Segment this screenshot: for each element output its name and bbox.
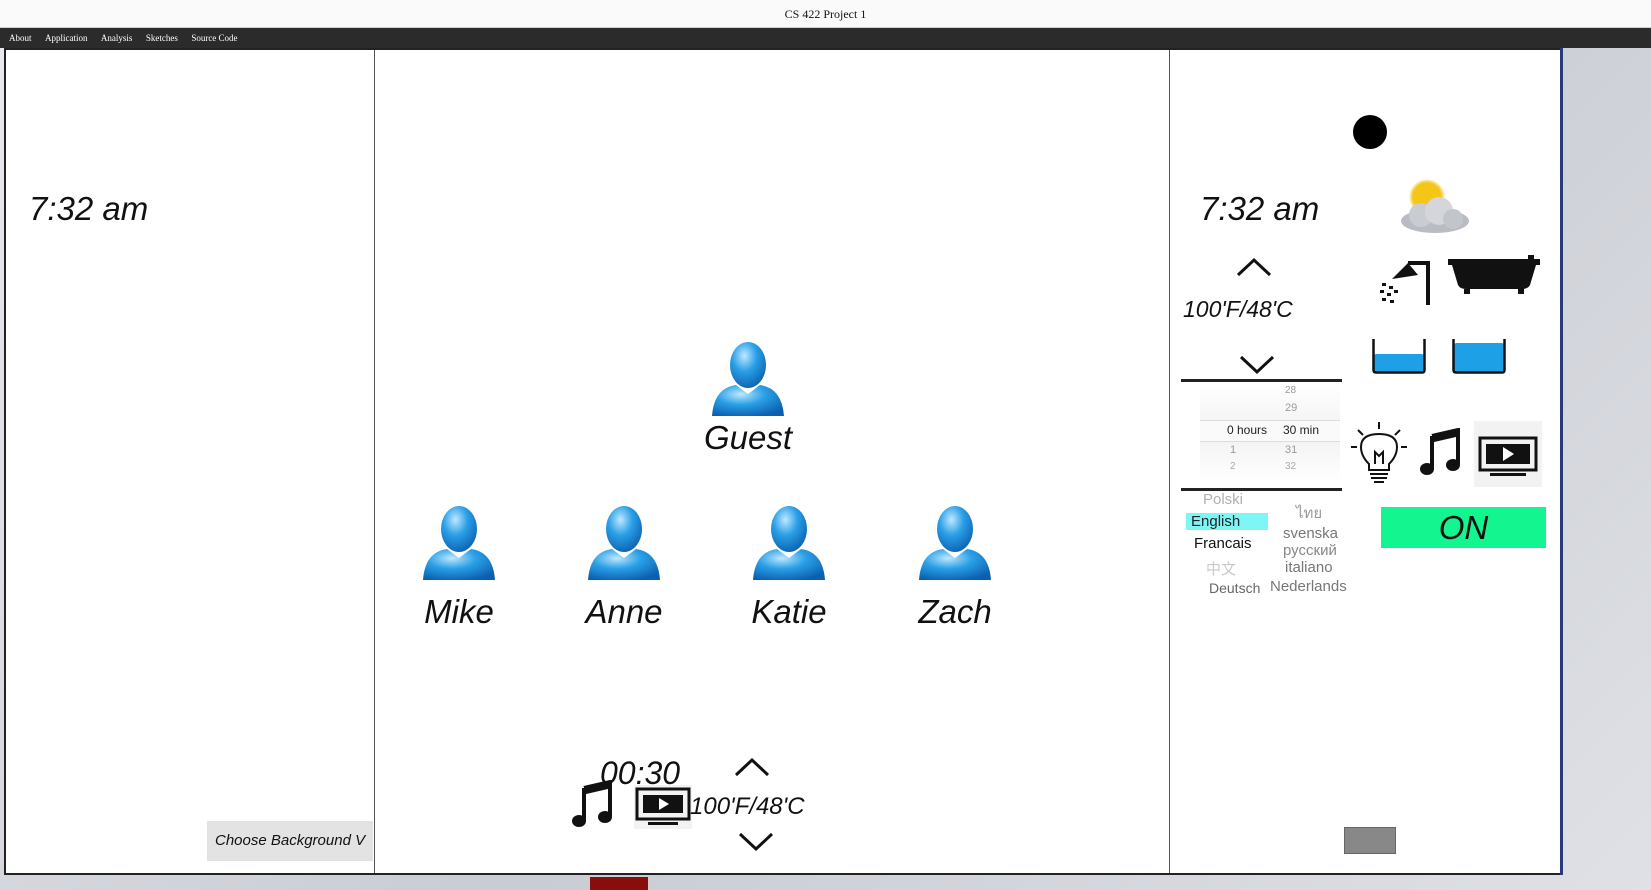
lang-nederlands[interactable]: Nederlands xyxy=(1270,578,1347,595)
music-note-icon[interactable] xyxy=(572,780,616,828)
picker-min-29: 29 xyxy=(1285,402,1298,414)
lang-chinese[interactable]: 中文 xyxy=(1206,558,1236,579)
lang-polski[interactable]: Polski xyxy=(1203,491,1243,508)
left-divider xyxy=(374,50,375,873)
picker-top-rule xyxy=(1181,379,1342,382)
right-music-note-icon[interactable] xyxy=(1420,428,1464,476)
bathtub-icon[interactable] xyxy=(1448,255,1540,295)
right-temp-up-chevron-icon[interactable] xyxy=(1236,257,1272,277)
gray-toggle-button[interactable] xyxy=(1344,827,1396,854)
light-bulb-icon[interactable] xyxy=(1350,420,1408,486)
user-icon xyxy=(749,502,829,582)
user-guest[interactable]: Guest xyxy=(673,338,823,457)
weather-icon xyxy=(1401,179,1469,233)
lang-italiano[interactable]: italiano xyxy=(1285,559,1333,576)
picker-min-31: 31 xyxy=(1285,444,1298,456)
menu-analysis[interactable]: Analysis xyxy=(101,28,133,48)
user-katie[interactable]: Katie xyxy=(714,502,864,631)
user-mike[interactable]: Mike xyxy=(384,502,534,631)
user-icon xyxy=(708,338,788,418)
water-level-low-icon[interactable] xyxy=(1372,338,1426,374)
lang-russian[interactable]: русский xyxy=(1283,542,1337,559)
picker-min-28: 28 xyxy=(1285,385,1297,396)
status-dot-icon xyxy=(1353,115,1387,149)
lang-francais[interactable]: Francais xyxy=(1194,535,1252,552)
lang-svenska[interactable]: svenska xyxy=(1283,525,1338,542)
right-temperature-readout: 100'F/48'C xyxy=(1183,296,1293,322)
user-zach[interactable]: Zach xyxy=(880,502,1030,631)
user-name: Katie xyxy=(751,593,827,630)
lang-thai[interactable]: ไทย xyxy=(1296,501,1322,525)
choose-background-select[interactable]: Choose Background V xyxy=(207,821,373,861)
user-name: Guest xyxy=(703,419,793,456)
user-name: Mike xyxy=(424,593,494,630)
water-level-high-icon[interactable] xyxy=(1452,338,1506,374)
lang-deutsch[interactable]: Deutsch xyxy=(1209,580,1260,596)
menu-source-code[interactable]: Source Code xyxy=(191,28,237,48)
user-name: Zach xyxy=(918,593,992,630)
lang-english[interactable]: English xyxy=(1186,513,1268,530)
picker-hours-selected: 0 hours xyxy=(1227,423,1268,437)
right-divider xyxy=(1169,50,1170,873)
menu-application[interactable]: Application xyxy=(45,28,88,48)
power-on-button[interactable]: ON xyxy=(1381,507,1546,548)
picker-hours-1: 1 xyxy=(1230,444,1237,456)
temp-up-chevron-icon[interactable] xyxy=(734,757,770,777)
left-clock: 7:32 am xyxy=(29,190,149,227)
picker-min-selected: 30 min xyxy=(1283,423,1320,437)
shower-icon[interactable] xyxy=(1378,257,1434,307)
bottom-red-strip xyxy=(590,877,648,890)
window-title: CS 422 Project 1 xyxy=(0,0,1651,28)
user-anne[interactable]: Anne xyxy=(549,502,699,631)
right-tv-icon[interactable] xyxy=(1474,421,1542,487)
menu-sketches[interactable]: Sketches xyxy=(146,28,178,48)
picker-hours-2: 2 xyxy=(1230,461,1236,472)
user-icon xyxy=(915,502,995,582)
right-clock: 7:32 am xyxy=(1200,190,1320,227)
user-icon xyxy=(584,502,664,582)
tv-icon[interactable] xyxy=(634,785,692,829)
user-name: Anne xyxy=(585,593,663,630)
user-icon xyxy=(419,502,499,582)
temp-down-chevron-icon[interactable] xyxy=(738,832,774,852)
temperature-readout: 100'F/48'C xyxy=(690,793,805,820)
menu-about[interactable]: About xyxy=(9,28,32,48)
picker-min-32: 32 xyxy=(1285,461,1297,472)
timer-picker[interactable]: 28 29 0 hours 30 min 1 31 2 32 xyxy=(1200,385,1340,482)
right-temp-down-chevron-icon[interactable] xyxy=(1239,355,1275,375)
menu-bar: About Application Analysis Sketches Sour… xyxy=(0,28,1651,48)
